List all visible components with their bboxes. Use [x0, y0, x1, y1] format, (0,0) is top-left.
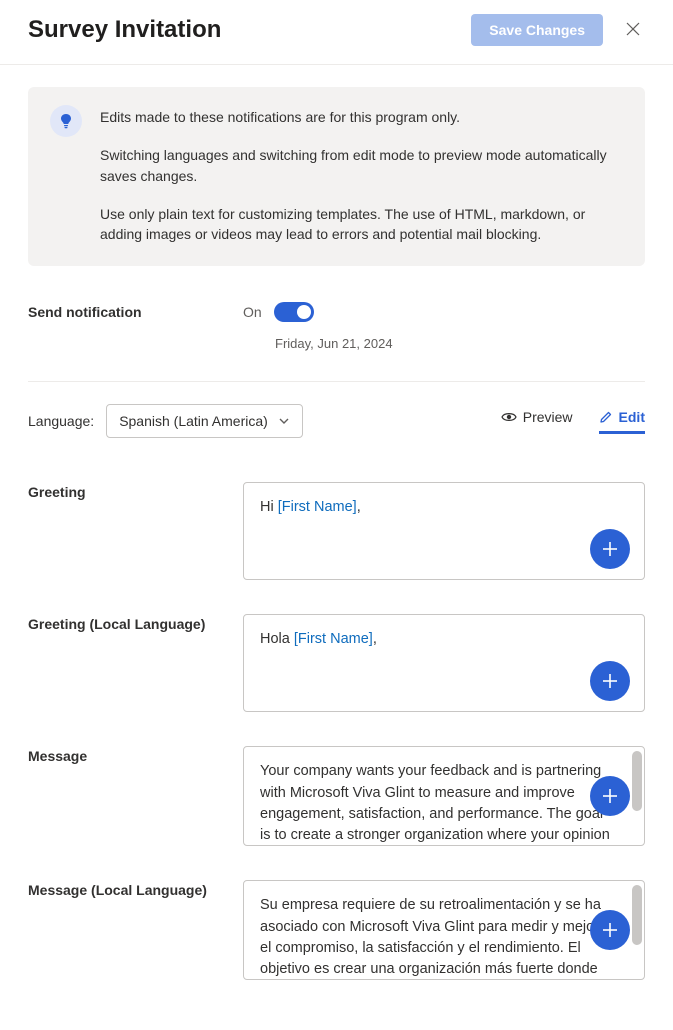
greeting-local-add-button[interactable]: [590, 661, 630, 701]
plus-icon: [601, 672, 619, 690]
message-local-add-button[interactable]: [590, 910, 630, 950]
toggle-state-label: On: [243, 304, 262, 320]
close-button[interactable]: [621, 17, 645, 44]
greeting-label: Greeting: [28, 482, 243, 500]
divider: [28, 381, 645, 382]
greeting-token: [First Name]: [278, 499, 357, 515]
message-editor[interactable]: Your company wants your feedback and is …: [243, 746, 645, 846]
save-changes-button[interactable]: Save Changes: [471, 14, 603, 46]
eye-icon: [501, 411, 517, 423]
greeting-local-token: [First Name]: [294, 631, 373, 647]
scrollbar[interactable]: [632, 751, 642, 811]
tab-edit[interactable]: Edit: [599, 409, 645, 434]
toggle-knob: [297, 305, 311, 319]
greeting-prefix: Hi: [260, 499, 278, 515]
tab-preview[interactable]: Preview: [501, 409, 573, 434]
plus-icon: [601, 540, 619, 558]
message-label: Message: [28, 746, 243, 764]
plus-icon: [601, 921, 619, 939]
tab-edit-label: Edit: [619, 409, 645, 425]
chevron-down-icon: [278, 415, 290, 427]
language-label: Language:: [28, 413, 94, 429]
greeting-add-button[interactable]: [590, 529, 630, 569]
send-notification-label: Send notification: [28, 302, 243, 320]
pencil-icon: [599, 410, 613, 424]
message-text: Your company wants your feedback and is …: [260, 761, 622, 846]
message-local-editor[interactable]: Su empresa requiere de su retroalimentac…: [243, 880, 645, 980]
greeting-local-editor[interactable]: Hola [First Name],: [243, 614, 645, 712]
close-icon: [625, 21, 641, 37]
tab-preview-label: Preview: [523, 409, 573, 425]
language-select[interactable]: Spanish (Latin America): [106, 404, 303, 438]
info-line-2: Switching languages and switching from e…: [100, 145, 623, 186]
message-add-button[interactable]: [590, 776, 630, 816]
message-local-label: Message (Local Language): [28, 880, 243, 898]
lightbulb-icon: [50, 105, 82, 137]
scrollbar[interactable]: [632, 885, 642, 945]
language-selected-value: Spanish (Latin America): [119, 413, 268, 429]
info-line-1: Edits made to these notifications are fo…: [100, 107, 623, 127]
notification-date: Friday, Jun 21, 2024: [275, 336, 645, 351]
info-panel: Edits made to these notifications are fo…: [28, 87, 645, 266]
greeting-suffix: ,: [357, 499, 361, 515]
page-title: Survey Invitation: [28, 16, 221, 44]
message-local-text: Su empresa requiere de su retroalimentac…: [260, 895, 622, 980]
greeting-editor[interactable]: Hi [First Name],: [243, 482, 645, 580]
greeting-local-label: Greeting (Local Language): [28, 614, 243, 632]
info-line-3: Use only plain text for customizing temp…: [100, 204, 623, 245]
plus-icon: [601, 787, 619, 805]
send-notification-toggle[interactable]: [274, 302, 314, 322]
greeting-local-prefix: Hola: [260, 631, 294, 647]
greeting-local-suffix: ,: [373, 631, 377, 647]
